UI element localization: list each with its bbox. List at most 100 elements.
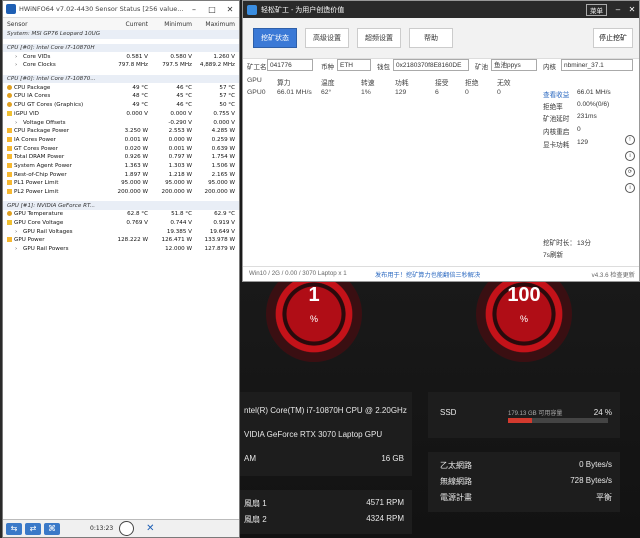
sensor-name-cell: GT Cores Power (3, 145, 107, 152)
minimize-icon[interactable]: – (611, 5, 625, 14)
sensor-row[interactable]: CPU Package 49 °C 46 °C 57 °C (3, 83, 239, 92)
miner-titlebar[interactable]: 轻松矿工 - 为用户创造价值 菜单 – ✕ (243, 1, 639, 18)
stop-mining-button[interactable]: 停止挖矿 (593, 28, 633, 48)
sensor-name-cell: CPU Package Power (3, 128, 107, 134)
minimum-value: 51.8 °C (171, 211, 192, 218)
view-income-link[interactable]: 查看收益 (543, 89, 569, 99)
sensor-group-row[interactable]: CPU [#0]: Intel Core i7-10870H (3, 43, 239, 53)
sensor-row[interactable]: GPU Temperature 62.8 °C 51.8 °C 62.9 °C (3, 210, 239, 219)
sensor-row[interactable]: CPU IA Cores 48 °C 45 °C 57 °C (3, 92, 239, 101)
column-minimum[interactable]: Minimum (151, 21, 195, 28)
gpu-usage-value: 100 (507, 284, 541, 306)
reject-rate-label: 拒绝率 (543, 104, 563, 111)
fan1-label: 風扇 1 (244, 499, 267, 508)
sensor-name-cell: GPU Temperature (3, 211, 107, 217)
sensor-row[interactable]: › Voltage Offsets -0.290 V 0.000 V (3, 118, 239, 127)
menu-button[interactable]: 菜单 (586, 3, 607, 16)
sensor-row[interactable]: iGPU VID 0.000 V 0.000 V 0.755 V (3, 110, 239, 119)
sensor-row[interactable]: › Core VIDs 0.581 V 0.580 V 1.260 V (3, 52, 239, 61)
sensor-row[interactable]: IA Cores Power 0.001 W 0.000 W 0.259 W (3, 136, 239, 145)
sensor-group-row[interactable]: System: MSI GP76 Leopard 10UG (3, 30, 239, 39)
maximum-value: 95.000 W (208, 180, 235, 187)
thermometer-icon (7, 211, 12, 217)
sensor-row[interactable]: PL1 Power Limit 95.000 W 95.000 W 95.000 W (3, 179, 239, 188)
minimum-value: 0.000 V (170, 110, 192, 117)
expand-icon[interactable]: › (15, 246, 21, 252)
tab-mining-status[interactable]: 挖矿状态 (253, 28, 297, 48)
sensor-group-label: System: MSI GP76 Leopard 10UG (7, 31, 101, 38)
minimum-value: 797.5 MHz (162, 62, 192, 69)
maximum-value: 0.919 V (213, 220, 235, 227)
column-maximum[interactable]: Maximum (195, 21, 239, 28)
maximize-icon[interactable]: □ (203, 5, 221, 14)
tab-help[interactable]: 帮助 (409, 28, 453, 48)
maximum-value: 1.506 W (211, 162, 235, 169)
ethernet-label: 乙太網路 (440, 461, 472, 470)
sensor-group-row[interactable]: GPU [#1]: NVIDIA GeForce RT... (3, 201, 239, 211)
sensor-row[interactable]: › GPU Rail Voltages 19.385 V 19.649 V (3, 227, 239, 236)
sensor-row[interactable]: Rest-of-Chip Power 1.897 W 1.218 W 2.165 W (3, 170, 239, 179)
thermometer-icon (7, 93, 12, 99)
version-check-update[interactable]: v4.3.6 检查更新 (592, 270, 635, 279)
gpu-power-value: 129 (577, 139, 589, 146)
sensor-row[interactable]: GPU Core Voltage 0.769 V 0.744 V 0.919 V (3, 219, 239, 228)
arrows-expand-icon[interactable]: ⇄ (25, 522, 41, 535)
minimum-value: 0.580 V (170, 53, 192, 60)
info-icon[interactable]: i (625, 151, 635, 161)
close-icon[interactable]: ✕ (221, 5, 239, 14)
pool-latency-value: 231ms (577, 113, 597, 120)
close-icon[interactable]: ✕ (625, 5, 639, 14)
sensor-label: GPU Core Voltage (14, 220, 64, 227)
promo-link[interactable]: 发布用于！挖矿算力也能翻倍三秒解决 (375, 270, 480, 279)
expand-icon[interactable]: › (15, 54, 21, 60)
minimum-value: 95.000 W (165, 180, 192, 187)
sensor-label: CPU Package Power (14, 128, 70, 135)
thermometer-icon (7, 102, 12, 108)
gpu-power-label: 显卡功耗 (543, 142, 570, 149)
minimize-icon[interactable]: – (185, 5, 203, 14)
ssd-label: SSD (440, 408, 457, 417)
sensor-row[interactable]: › Core Clocks 797.8 MHz 797.5 MHz 4,889.2 MH… (3, 61, 239, 70)
sensor-row[interactable]: › GPU Rail Powers 12.000 W 127.879 W (3, 245, 239, 254)
coin-select[interactable]: ETH (337, 59, 371, 71)
gpu-table-cell: 6 (435, 89, 439, 96)
ssd-panel: SSD 24 % 179.13 GB 可用容量 (428, 392, 620, 438)
column-sensor[interactable]: Sensor (3, 21, 107, 28)
expand-icon[interactable]: › (15, 120, 21, 126)
hwinfo-titlebar[interactable]: HWiNFO64 v7.02-4430 Sensor Status [256 v… (3, 1, 239, 17)
pool-select[interactable]: 鱼池ppys (491, 59, 537, 71)
info-icon[interactable]: ! (625, 135, 635, 145)
expand-icon[interactable]: › (15, 229, 21, 235)
sensor-group-row[interactable]: CPU [#0]: Intel Core i7-10870... (3, 74, 239, 84)
pool-latency-label: 矿池延时 (543, 116, 570, 123)
sensor-list[interactable]: System: MSI GP76 Leopard 10UG CPU [#0]: I… (3, 30, 239, 522)
miner-window: 轻松矿工 - 为用户创造价值 菜单 – ✕ 挖矿状态 高级设置 超频设置 帮助 … (242, 0, 640, 282)
network-icon[interactable]: ⌘ (44, 522, 60, 535)
expand-icon[interactable]: › (15, 62, 21, 68)
sensor-row[interactable]: PL2 Power Limit 200.000 W 200.000 W 200.000… (3, 188, 239, 197)
history-icon[interactable]: ⟳ (625, 167, 635, 177)
fan2-value: 4324 RPM (366, 514, 404, 523)
gpu-table-header: 功耗 (395, 80, 409, 87)
sensor-row[interactable]: GPU Power 128.222 W 126.471 W 133.978 W (3, 236, 239, 245)
current-value: 3.250 W (124, 128, 148, 135)
clock-icon[interactable] (119, 521, 135, 536)
sensor-row[interactable]: System Agent Power 1.363 W 1.303 W 1.506 W (3, 162, 239, 171)
close-sensors-icon[interactable]: ✕ (146, 523, 154, 534)
sensor-row[interactable]: CPU GT Cores (Graphics) 49 °C 46 °C 50 °C (3, 101, 239, 110)
kernel-select[interactable]: nbminer_37.1 (561, 59, 633, 71)
column-current[interactable]: Current (107, 21, 151, 28)
wallet-field[interactable]: 0x2180370f8E8160DE (393, 59, 469, 71)
sensor-row[interactable]: Total DRAM Power 0.926 W 0.797 W 1.754 W (3, 153, 239, 162)
info-icon[interactable]: i (625, 183, 635, 193)
wifi-value: 728 Bytes/s (570, 476, 612, 485)
maximum-value: 0.259 W (211, 136, 235, 143)
minimum-value: 2.553 W (168, 128, 192, 135)
arrows-left-right-icon[interactable]: ⇆ (6, 522, 22, 535)
sensor-label: CPU Package (14, 84, 51, 91)
tab-advanced-settings[interactable]: 高级设置 (305, 28, 349, 48)
sensor-row[interactable]: GT Cores Power 0.020 W 0.001 W 0.639 W (3, 144, 239, 153)
tab-overclock-settings[interactable]: 超频设置 (357, 28, 401, 48)
sensor-row[interactable]: CPU Package Power 3.250 W 2.553 W 4.285 W (3, 127, 239, 136)
worker-field[interactable]: 041776 (267, 59, 313, 71)
